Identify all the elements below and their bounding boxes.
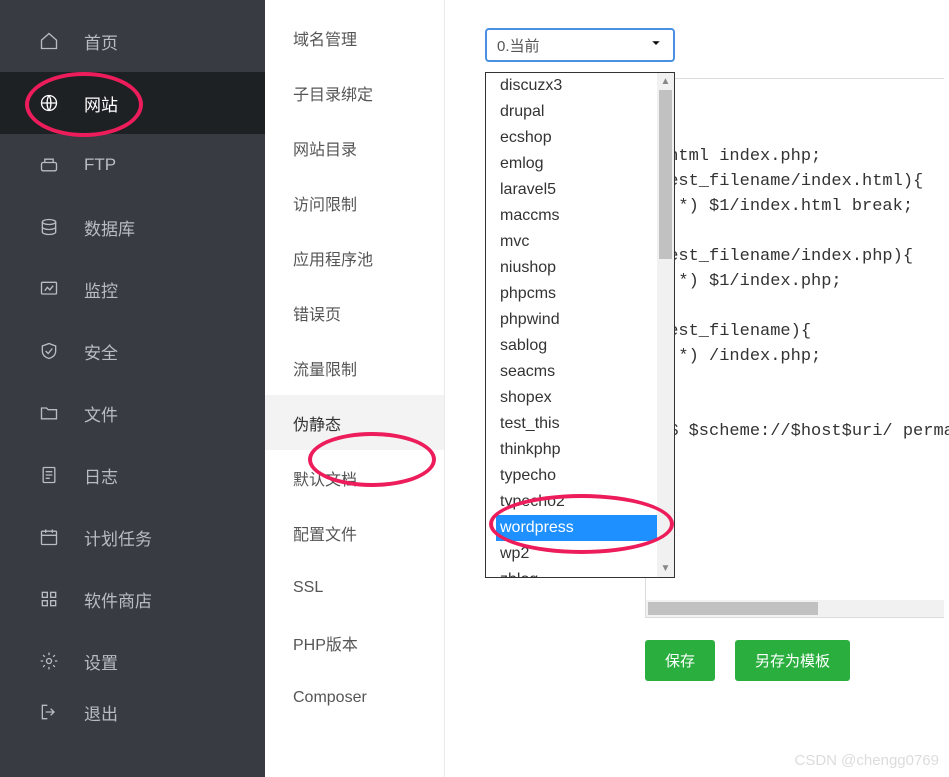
select-option-mvc[interactable]: mvc — [496, 229, 657, 255]
apps-icon — [38, 588, 60, 610]
settings-item-phpver[interactable]: PHP版本 — [265, 615, 444, 670]
scrollbar-thumb[interactable] — [648, 602, 818, 615]
select-option-emlog[interactable]: emlog — [496, 151, 657, 177]
globe-icon — [38, 92, 60, 114]
folder-icon — [38, 402, 60, 424]
sidebar-item-monitor[interactable]: 监控 — [0, 258, 265, 320]
select-option-niushop[interactable]: niushop — [496, 255, 657, 281]
save-as-template-button[interactable]: 另存为模板 — [735, 640, 850, 681]
sidebar-item-settings[interactable]: 设置 — [0, 630, 265, 692]
watermark: CSDN @chengg0769 — [795, 752, 939, 769]
settings-list: 域名管理 子目录绑定 网站目录 访问限制 应用程序池 错误页 流量限制 伪静态 … — [265, 0, 445, 777]
sidebar-item-label: 安全 — [84, 339, 118, 364]
settings-item-config[interactable]: 配置文件 — [265, 505, 444, 560]
sidebar-item-security[interactable]: 安全 — [0, 320, 265, 382]
select-option-phpcms[interactable]: phpcms — [496, 281, 657, 307]
chevron-down-icon — [649, 36, 663, 54]
settings-item-defaultdoc[interactable]: 默认文档 — [265, 450, 444, 505]
sidebar-item-label: 数据库 — [84, 215, 135, 240]
select-option-typecho[interactable]: typecho — [496, 463, 657, 489]
settings-item-composer[interactable]: Composer — [265, 670, 444, 725]
scroll-down-arrow[interactable]: ▼ — [657, 560, 674, 577]
select-current[interactable]: 0.当前 — [485, 28, 675, 62]
main-panel: .html index.php; uest_filename/index.htm… — [445, 0, 949, 777]
shield-icon — [38, 340, 60, 362]
sidebar-item-label: 软件商店 — [84, 587, 152, 612]
sidebar-item-label: 计划任务 — [84, 525, 152, 550]
database-icon — [38, 216, 60, 238]
settings-item-errorpage[interactable]: 错误页 — [265, 285, 444, 340]
sidebar-item-ftp[interactable]: FTP — [0, 134, 265, 196]
select-option-drupal[interactable]: drupal — [496, 99, 657, 125]
select-option-ecshop[interactable]: ecshop — [496, 125, 657, 151]
sidebar-item-cron[interactable]: 计划任务 — [0, 506, 265, 568]
settings-item-ssl[interactable]: SSL — [265, 560, 444, 615]
select-dropdown[interactable]: discuzx3drupalecshopemloglaravel5maccmsm… — [485, 72, 675, 578]
settings-item-apppool[interactable]: 应用程序池 — [265, 230, 444, 285]
code-editor[interactable]: .html index.php; uest_filename/index.htm… — [645, 78, 944, 618]
sidebar-item-label: 设置 — [84, 649, 118, 674]
select-option-seacms[interactable]: seacms — [496, 359, 657, 385]
select-option-typecho2[interactable]: typecho2 — [496, 489, 657, 515]
select-option-wp2[interactable]: wp2 — [496, 541, 657, 567]
settings-item-sitedir[interactable]: 网站目录 — [265, 120, 444, 175]
select-options: discuzx3drupalecshopemloglaravel5maccmsm… — [496, 73, 657, 577]
action-buttons: 保存 另存为模板 — [645, 640, 850, 681]
select-option-sablog[interactable]: sablog — [496, 333, 657, 359]
settings-item-subdir[interactable]: 子目录绑定 — [265, 65, 444, 120]
log-icon — [38, 464, 60, 486]
settings-item-access[interactable]: 访问限制 — [265, 175, 444, 230]
sidebar-item-database[interactable]: 数据库 — [0, 196, 265, 258]
ftp-icon — [38, 154, 60, 176]
sidebar-item-label: 日志 — [84, 463, 118, 488]
sidebar-item-label: 监控 — [84, 277, 118, 302]
save-button[interactable]: 保存 — [645, 640, 715, 681]
calendar-icon — [38, 526, 60, 548]
sidebar-item-files[interactable]: 文件 — [0, 382, 265, 444]
select-option-phpwind[interactable]: phpwind — [496, 307, 657, 333]
exit-icon — [38, 701, 60, 723]
select-option-thinkphp[interactable]: thinkphp — [496, 437, 657, 463]
select-option-wordpress[interactable]: wordpress — [496, 515, 657, 541]
sidebar-item-label: 退出 — [84, 700, 118, 725]
gear-icon — [38, 650, 60, 672]
sidebar-item-logs[interactable]: 日志 — [0, 444, 265, 506]
select-option-maccms[interactable]: maccms — [496, 203, 657, 229]
select-current-label: 0.当前 — [497, 35, 540, 56]
scroll-up-arrow[interactable]: ▲ — [657, 73, 674, 90]
sidebar-item-home[interactable]: 首页 — [0, 10, 265, 72]
home-icon — [38, 30, 60, 52]
sidebar-item-exit[interactable]: 退出 — [0, 692, 265, 732]
sidebar-item-label: 首页 — [84, 29, 118, 54]
select-option-test_this[interactable]: test_this — [496, 411, 657, 437]
main-sidebar: 首页 网站 FTP 数据库 监控 安全 文件 — [0, 0, 265, 777]
settings-item-rewrite[interactable]: 伪静态 — [265, 395, 444, 450]
rewrite-template-selector: 0.当前 discuzx3drupalecshopemloglaravel5ma… — [485, 28, 929, 62]
settings-item-traffic[interactable]: 流量限制 — [265, 340, 444, 395]
scrollbar-thumb[interactable] — [659, 90, 672, 259]
select-option-zblog[interactable]: zblog — [496, 567, 657, 577]
dropdown-scrollbar[interactable]: ▲ ▼ — [657, 73, 674, 577]
monitor-icon — [38, 278, 60, 300]
sidebar-item-label: 文件 — [84, 401, 118, 426]
horizontal-scrollbar[interactable] — [646, 600, 944, 617]
sidebar-item-label: 网站 — [84, 91, 118, 116]
select-option-shopex[interactable]: shopex — [496, 385, 657, 411]
sidebar-item-appstore[interactable]: 软件商店 — [0, 568, 265, 630]
sidebar-item-label: FTP — [84, 155, 116, 175]
sidebar-item-website[interactable]: 网站 — [0, 72, 265, 134]
select-option-laravel5[interactable]: laravel5 — [496, 177, 657, 203]
select-option-discuzx3[interactable]: discuzx3 — [496, 73, 657, 99]
settings-item-domain[interactable]: 域名管理 — [265, 10, 444, 65]
code-text: .html index.php; uest_filename/index.htm… — [646, 79, 944, 444]
